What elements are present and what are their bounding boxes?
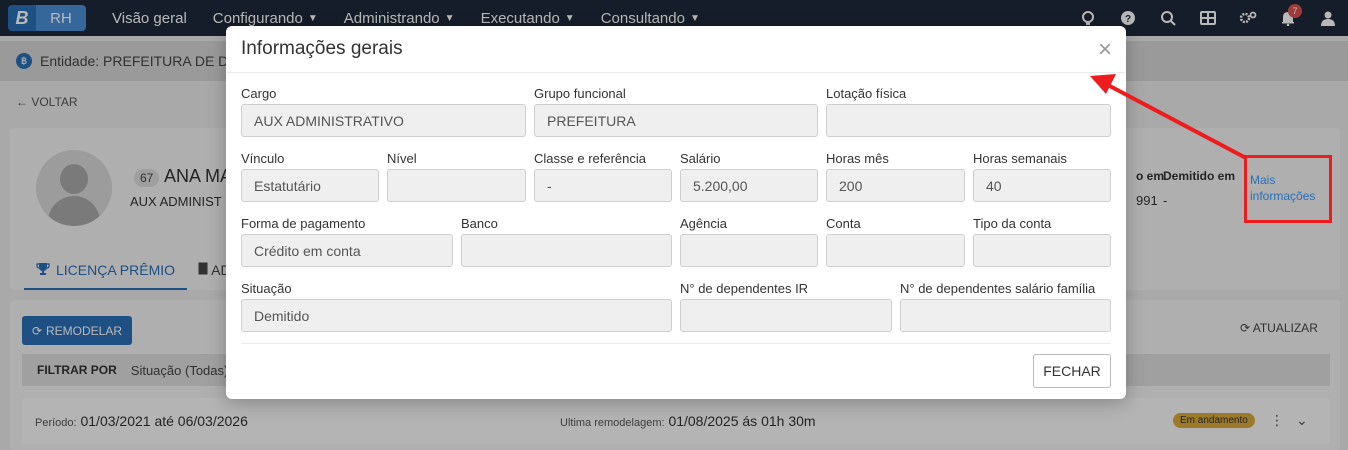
field-classe-referencia: Classe e referência - xyxy=(534,151,672,202)
conta-input[interactable] xyxy=(826,234,965,267)
dependentes-salario-familia-input[interactable] xyxy=(900,299,1111,332)
dependentes-ir-input[interactable] xyxy=(680,299,892,332)
field-label: Nível xyxy=(387,151,417,166)
banco-input[interactable] xyxy=(461,234,672,267)
annotation-highlight-box xyxy=(1244,155,1332,223)
forma-pagamento-input[interactable]: Crédito em conta xyxy=(241,234,453,267)
field-vinculo: Vínculo Estatutário xyxy=(241,151,379,202)
divider xyxy=(241,343,1111,344)
field-label: Agência xyxy=(680,216,727,231)
field-label: N° de dependentes IR xyxy=(680,281,809,296)
field-label: Tipo da conta xyxy=(973,216,1052,231)
field-label: Conta xyxy=(826,216,861,231)
field-label: Salário xyxy=(680,151,721,166)
field-dependentes-ir: N° de dependentes IR xyxy=(680,281,892,332)
agencia-input[interactable] xyxy=(680,234,818,267)
field-label: Cargo xyxy=(241,86,277,101)
field-label: Vínculo xyxy=(241,151,285,166)
annotation-arrow xyxy=(1090,74,1247,160)
field-label: Banco xyxy=(461,216,498,231)
field-label: Grupo funcional xyxy=(534,86,626,101)
field-cargo: Cargo AUX ADMINISTRATIVO xyxy=(241,86,526,137)
fechar-button[interactable]: FECHAR xyxy=(1033,354,1111,388)
lotacao-fisica-input[interactable] xyxy=(826,104,1111,137)
field-tipo-conta: Tipo da conta xyxy=(973,216,1111,267)
situacao-input[interactable]: Demitido xyxy=(241,299,672,332)
grupo-funcional-input[interactable]: PREFEITURA xyxy=(534,104,818,137)
field-label: Forma de pagamento xyxy=(241,216,366,231)
horas-mes-input[interactable]: 200 xyxy=(826,169,965,202)
informacoes-gerais-modal: Informações gerais × Cargo AUX ADMINISTR… xyxy=(226,26,1126,399)
field-conta: Conta xyxy=(826,216,965,267)
cargo-input[interactable]: AUX ADMINISTRATIVO xyxy=(241,104,526,137)
vinculo-input[interactable]: Estatutário xyxy=(241,169,379,202)
field-nivel: Nível xyxy=(387,151,526,202)
nivel-input[interactable] xyxy=(387,169,526,202)
field-label: Lotação física xyxy=(826,86,907,101)
horas-semanais-input[interactable]: 40 xyxy=(973,169,1111,202)
field-banco: Banco xyxy=(461,216,672,267)
field-grupo-funcional: Grupo funcional PREFEITURA xyxy=(534,86,818,137)
modal-title: Informações gerais xyxy=(241,38,403,59)
salario-input[interactable]: 5.200,00 xyxy=(680,169,818,202)
field-salario: Salário 5.200,00 xyxy=(680,151,818,202)
close-icon[interactable]: × xyxy=(1098,38,1112,62)
field-label: Situação xyxy=(241,281,292,296)
field-label: N° de dependentes salário família xyxy=(900,281,1096,296)
tipo-conta-input[interactable] xyxy=(973,234,1111,267)
field-situacao: Situação Demitido xyxy=(241,281,672,332)
field-label: Classe e referência xyxy=(534,151,646,166)
field-forma-pagamento: Forma de pagamento Crédito em conta xyxy=(241,216,453,267)
field-label: Horas mês xyxy=(826,151,889,166)
field-dependentes-salario-familia: N° de dependentes salário família xyxy=(900,281,1111,332)
field-lotacao-fisica: Lotação física xyxy=(826,86,1111,137)
classe-referencia-input[interactable]: - xyxy=(534,169,672,202)
divider xyxy=(226,72,1126,73)
field-horas-mes: Horas mês 200 xyxy=(826,151,965,202)
field-agencia: Agência xyxy=(680,216,818,267)
